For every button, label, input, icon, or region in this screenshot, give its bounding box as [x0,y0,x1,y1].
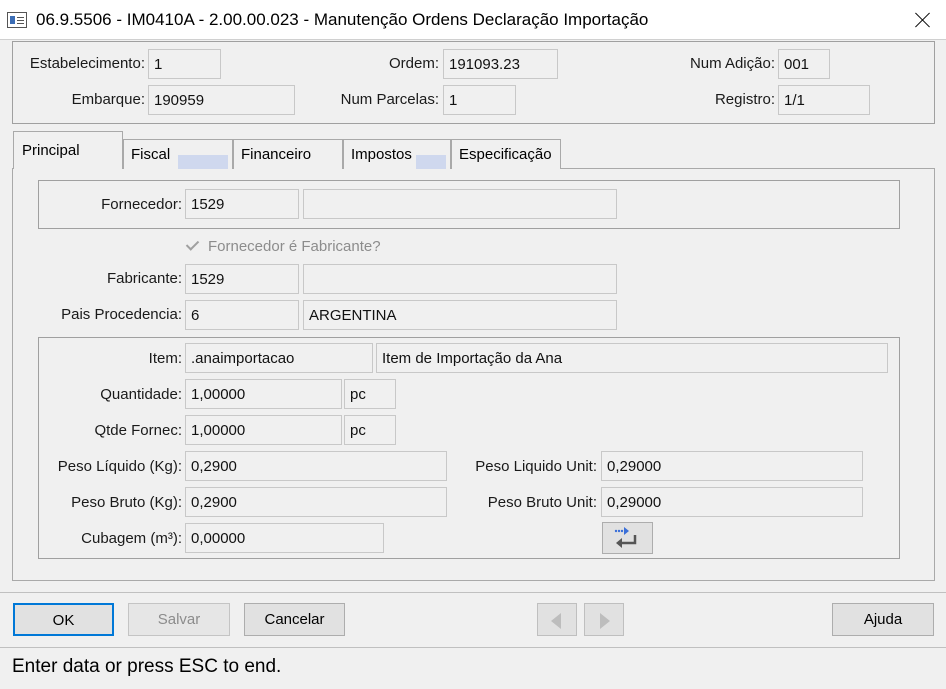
qtde-fornec-unit-field[interactable]: pc [344,415,396,445]
recalc-arrows-icon [614,527,637,548]
recalc-button[interactable] [602,522,653,554]
item-code-field[interactable]: .anaimportacao [185,343,373,373]
peso-bruto-field[interactable]: 0,2900 [185,487,447,517]
item-label: Item: [148,350,182,367]
tab-impostos[interactable]: Impostos [343,139,451,169]
status-text: Enter data or press ESC to end. [12,656,282,677]
cancelar-button[interactable]: Cancelar [244,603,345,636]
qtde-fornec-field[interactable]: 1,00000 [185,415,342,445]
peso-liquido-unit-label: Peso Liquido Unit: [475,458,597,475]
close-icon[interactable] [900,0,946,40]
fornecedor-label: Fornecedor: [101,196,182,213]
tab-fiscal[interactable]: Fiscal [123,139,233,169]
tab-financeiro[interactable]: Financeiro [233,139,343,169]
app-window-icon [7,12,27,28]
peso-bruto-unit-label: Peso Bruto Unit: [487,494,597,511]
fornecedor-name-field[interactable] [303,189,617,219]
num-adicao-label: Num Adição: [689,55,775,72]
peso-liquido-field[interactable]: 0,2900 [185,451,447,481]
quantidade-label: Quantidade: [100,386,182,403]
cubagem-field[interactable]: 0,00000 [185,523,384,553]
estabelecimento-label: Estabelecimento: [29,55,145,72]
pais-name-field[interactable]: ARGENTINA [303,300,617,330]
pais-procedencia-label: Pais Procedencia: [61,306,182,323]
ajuda-button[interactable]: Ajuda [832,603,934,636]
ok-button[interactable]: OK [13,603,114,636]
ordem-field[interactable]: 191093.23 [443,49,558,79]
fabricante-code-field[interactable]: 1529 [185,264,299,294]
previous-button[interactable] [537,603,577,636]
quantidade-unit-field[interactable]: pc [344,379,396,409]
window-title: 06.9.5506 - IM0410A - 2.00.00.023 - Manu… [36,10,649,29]
registro-label: Registro: [714,91,775,108]
next-arrow-icon [600,613,610,629]
peso-liquido-label: Peso Líquido (Kg): [57,458,182,475]
pais-code-field[interactable]: 6 [185,300,299,330]
salvar-button[interactable]: Salvar [128,603,230,636]
estabelecimento-field[interactable]: 1 [148,49,221,79]
num-adicao-field[interactable]: 001 [778,49,830,79]
embarque-field[interactable]: 190959 [148,85,295,115]
title-bar: 06.9.5506 - IM0410A - 2.00.00.023 - Manu… [0,0,946,40]
registro-field[interactable]: 1/1 [778,85,870,115]
next-button[interactable] [584,603,624,636]
tab-strip: Principal Fiscal Financeiro Impostos Esp… [13,131,573,169]
previous-arrow-icon [551,613,561,629]
peso-liquido-unit-field[interactable]: 0,29000 [601,451,863,481]
fabricante-name-field[interactable] [303,264,617,294]
qtde-fornec-label: Qtde Fornec: [94,422,182,439]
embarque-label: Embarque: [71,91,145,108]
fabricante-label: Fabricante: [106,270,182,287]
tab-especificacao[interactable]: Especificação [451,139,561,169]
tab-principal[interactable]: Principal [13,131,123,169]
item-desc-field[interactable]: Item de Importação da Ana [376,343,888,373]
peso-bruto-label: Peso Bruto (Kg): [71,494,182,511]
num-parcelas-label: Num Parcelas: [340,91,439,108]
peso-bruto-unit-field[interactable]: 0,29000 [601,487,863,517]
fornecedor-fabricante-label: Fornecedor é Fabricante? [208,238,381,255]
num-parcelas-field[interactable]: 1 [443,85,516,115]
check-icon[interactable] [185,238,201,254]
fornecedor-code-field[interactable]: 1529 [185,189,299,219]
ordem-label: Ordem: [388,55,439,72]
quantidade-field[interactable]: 1,00000 [185,379,342,409]
cubagem-label: Cubagem (m³): [81,530,182,547]
